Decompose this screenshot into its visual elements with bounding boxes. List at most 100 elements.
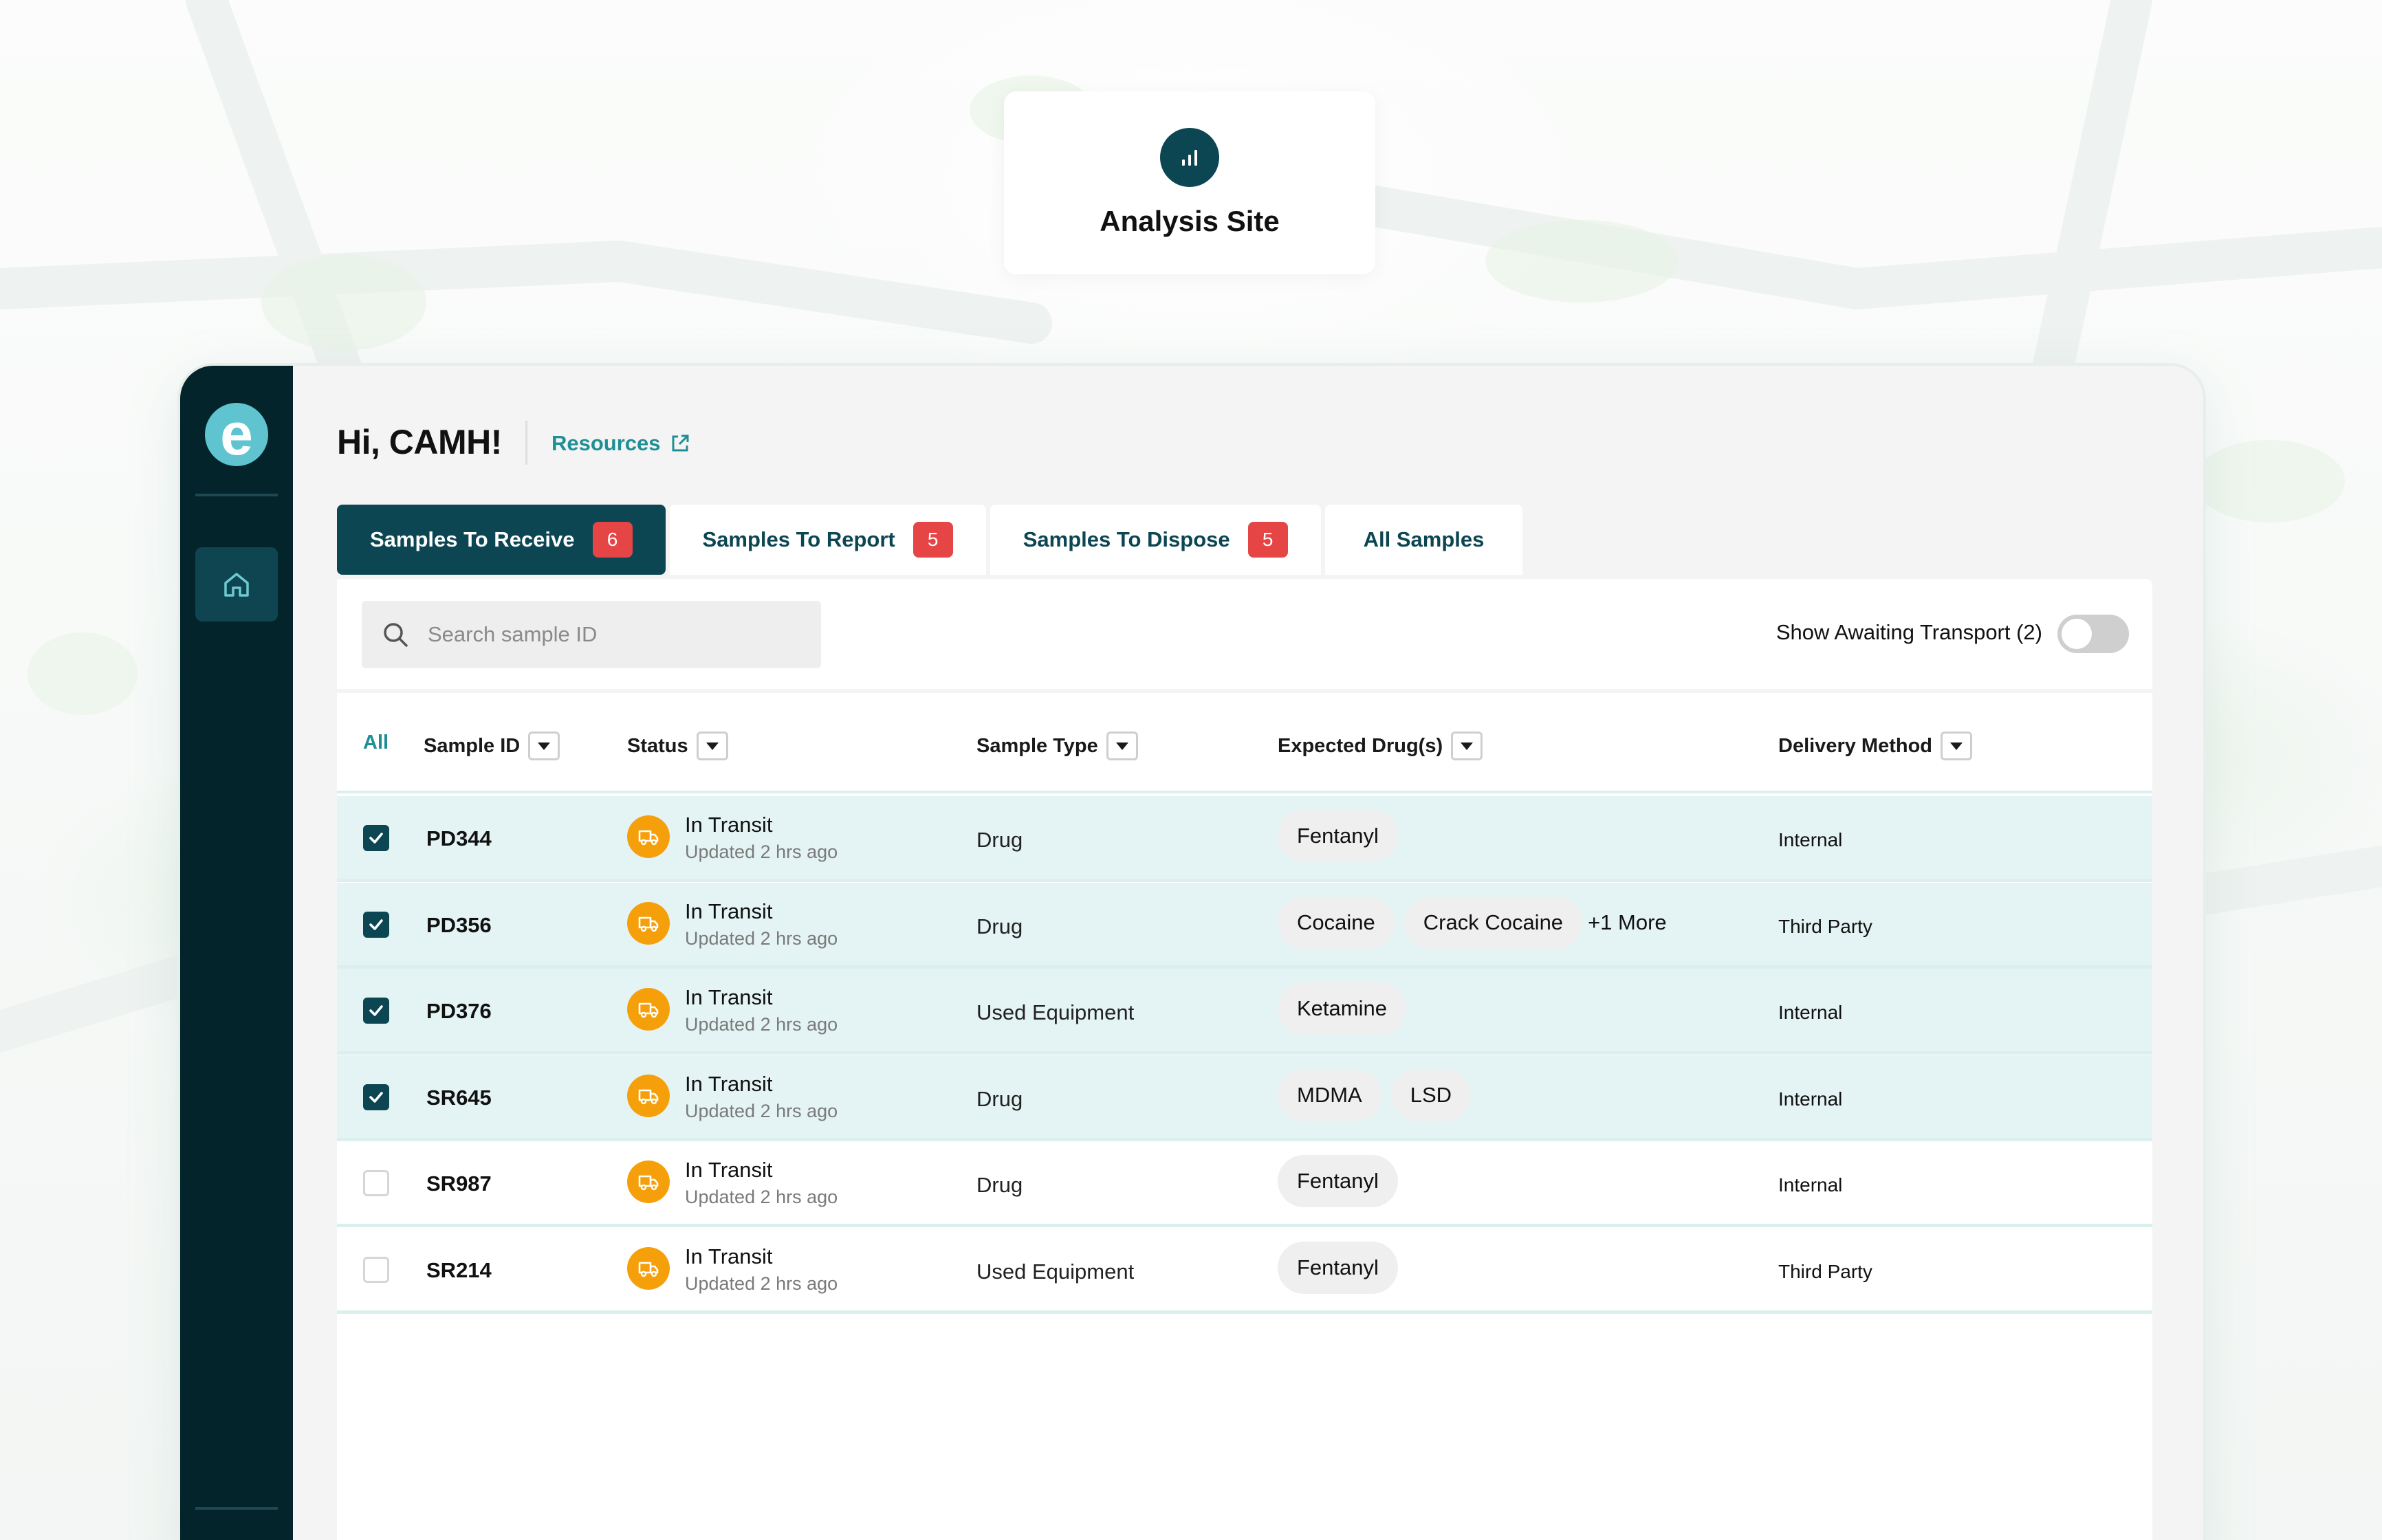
- truck-icon: [627, 1246, 670, 1290]
- more-drugs-link[interactable]: +1 More: [1588, 910, 1667, 935]
- drug-chip: Fentanyl: [1278, 1241, 1398, 1294]
- table-row[interactable]: PD376 In Transit Updated 2 hrs ago Used …: [337, 969, 2152, 1055]
- sample-id[interactable]: PD376: [426, 999, 492, 1024]
- truck-icon: [627, 1160, 670, 1203]
- status-text: In Transit: [685, 1158, 773, 1182]
- app-logo[interactable]: e: [205, 403, 268, 466]
- table-row[interactable]: SR987 In Transit Updated 2 hrs ago Drug …: [337, 1141, 2152, 1227]
- expected-drugs: MDMA LSD: [1278, 1068, 1472, 1121]
- delivery-method: Internal: [1778, 1088, 1843, 1110]
- main-content: Hi, CAMH! Resources Samples To Receive 6…: [293, 366, 2203, 1540]
- site-title: Analysis Site: [1100, 205, 1280, 237]
- truck-icon: [627, 815, 670, 858]
- drug-chip: MDMA: [1278, 1068, 1381, 1121]
- delivery-header[interactable]: Delivery Method: [1778, 732, 1972, 760]
- tab-samples-to-report[interactable]: Samples To Report 5: [669, 505, 986, 575]
- sample-id-header[interactable]: Sample ID: [424, 732, 560, 760]
- sort-dropdown-icon[interactable]: [1941, 732, 1972, 760]
- sidebar: e: [180, 366, 293, 1540]
- status-text: In Transit: [685, 813, 773, 837]
- status-text: In Transit: [685, 1244, 773, 1268]
- truck-icon: [627, 901, 670, 945]
- table-row[interactable]: SR214 In Transit Updated 2 hrs ago Used …: [337, 1228, 2152, 1314]
- drug-chip: Fentanyl: [1278, 1155, 1398, 1207]
- awaiting-transport-toggle[interactable]: [2057, 615, 2129, 653]
- truck-icon: [627, 1074, 670, 1117]
- status-updated: Updated 2 hrs ago: [685, 1100, 838, 1121]
- tab-label: Samples To Dispose: [1023, 527, 1230, 551]
- home-icon: [224, 573, 249, 597]
- sample-id[interactable]: PD344: [426, 826, 492, 851]
- bar-chart-icon: [1160, 128, 1219, 187]
- delivery-method: Internal: [1778, 1174, 1843, 1196]
- status-text: In Transit: [685, 1071, 773, 1096]
- status-updated: Updated 2 hrs ago: [685, 1187, 838, 1207]
- delivery-method: Third Party: [1778, 1260, 1872, 1282]
- tab-label: Samples To Report: [702, 527, 895, 551]
- row-checkbox[interactable]: [363, 998, 389, 1024]
- tab-bar: Samples To Receive 6 Samples To Report 5…: [337, 505, 1523, 575]
- select-all-header[interactable]: All: [363, 732, 389, 754]
- sample-id[interactable]: SR987: [426, 1172, 492, 1196]
- tab-all-samples[interactable]: All Samples: [1324, 505, 1523, 575]
- status-text: In Transit: [685, 899, 773, 923]
- table-header: All Sample ID Status Sample Type Expecte…: [337, 693, 2152, 793]
- tab-label: Samples To Receive: [370, 527, 575, 551]
- sort-dropdown-icon[interactable]: [1106, 732, 1138, 760]
- status-text: In Transit: [685, 985, 773, 1009]
- toggle-knob: [2062, 619, 2092, 649]
- resources-link[interactable]: Resources: [551, 431, 691, 456]
- status-updated: Updated 2 hrs ago: [685, 842, 838, 862]
- status-header[interactable]: Status: [627, 732, 728, 760]
- status-updated: Updated 2 hrs ago: [685, 927, 838, 949]
- sample-type: Used Equipment: [976, 1259, 1135, 1284]
- filter-bar: Search sample ID Show Awaiting Transport…: [337, 579, 2152, 689]
- drug-chip: LSD: [1390, 1068, 1472, 1121]
- search-icon: [384, 623, 408, 647]
- count-badge: 5: [913, 522, 953, 558]
- truck-icon: [627, 988, 670, 1031]
- tab-samples-to-receive[interactable]: Samples To Receive 6: [337, 505, 666, 575]
- search-input[interactable]: Search sample ID: [362, 601, 821, 668]
- sidebar-divider-bottom: [195, 1507, 278, 1510]
- drug-chip: Fentanyl: [1278, 810, 1398, 862]
- tab-samples-to-dispose[interactable]: Samples To Dispose 5: [990, 505, 1321, 575]
- sample-id-header-label: Sample ID: [424, 734, 521, 757]
- resources-label: Resources: [551, 431, 661, 455]
- expected-drugs: Cocaine Crack Cocaine +1 More: [1278, 896, 1667, 949]
- header-divider: [525, 421, 527, 465]
- checkmark-icon: [367, 1002, 385, 1020]
- delivery-method: Internal: [1778, 1002, 1843, 1023]
- row-checkbox[interactable]: [363, 1256, 389, 1283]
- table-row[interactable]: PD356 In Transit Updated 2 hrs ago Drug …: [337, 882, 2152, 969]
- sample-id[interactable]: SR214: [426, 1258, 492, 1283]
- samples-table: All Sample ID Status Sample Type Expecte…: [337, 693, 2152, 1540]
- status-updated: Updated 2 hrs ago: [685, 1273, 838, 1294]
- sidebar-divider: [195, 494, 278, 496]
- sample-id[interactable]: PD356: [426, 913, 492, 938]
- table-row[interactable]: PD344 In Transit Updated 2 hrs ago Drug …: [337, 796, 2152, 882]
- drug-chip: Crack Cocaine: [1403, 896, 1583, 949]
- sample-type-header[interactable]: Sample Type: [976, 732, 1138, 760]
- drug-chip: Cocaine: [1278, 896, 1395, 949]
- sort-dropdown-icon[interactable]: [696, 732, 728, 760]
- row-checkbox[interactable]: [363, 1170, 389, 1196]
- sample-id[interactable]: SR645: [426, 1086, 492, 1110]
- row-checkbox[interactable]: [363, 911, 389, 938]
- tab-label: All Samples: [1363, 527, 1485, 551]
- expected-drugs: Fentanyl: [1278, 1241, 1398, 1294]
- expected-drugs: Fentanyl: [1278, 1155, 1398, 1207]
- table-row[interactable]: SR645 In Transit Updated 2 hrs ago Drug …: [337, 1055, 2152, 1141]
- sort-dropdown-icon[interactable]: [1451, 732, 1483, 760]
- drugs-header[interactable]: Expected Drug(s): [1278, 732, 1483, 760]
- checkmark-icon: [367, 1088, 385, 1106]
- search-placeholder: Search sample ID: [428, 622, 598, 646]
- delivery-method: Third Party: [1778, 915, 1872, 937]
- row-checkbox[interactable]: [363, 825, 389, 851]
- sort-dropdown-icon[interactable]: [528, 732, 560, 760]
- sample-type: Used Equipment: [976, 1000, 1135, 1024]
- sidebar-item-home[interactable]: [195, 547, 278, 622]
- external-link-icon: [672, 434, 689, 452]
- row-checkbox[interactable]: [363, 1084, 389, 1110]
- delivery-method: Internal: [1778, 829, 1843, 850]
